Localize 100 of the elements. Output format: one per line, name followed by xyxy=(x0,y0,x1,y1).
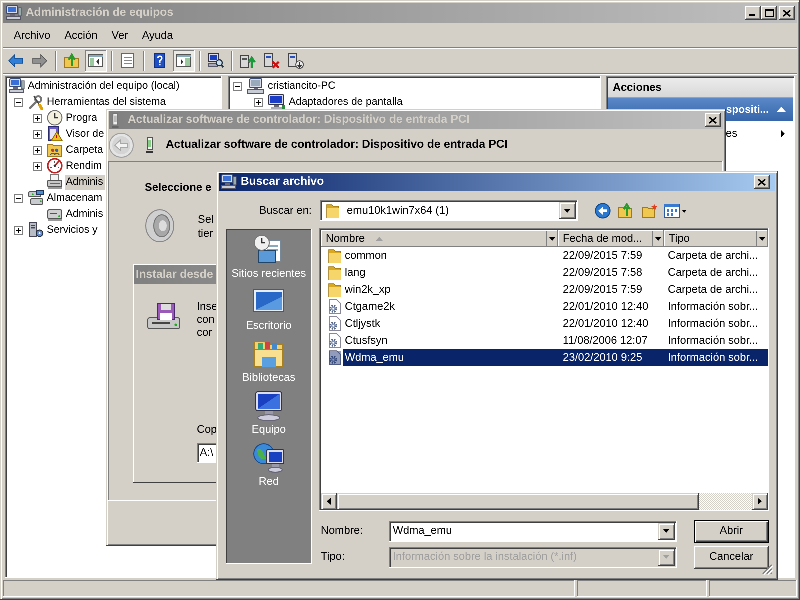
plus-box-icon[interactable] xyxy=(33,114,42,122)
caret-icon[interactable] xyxy=(758,236,766,240)
description-text: Sel xyxy=(198,213,214,227)
description-text: tier xyxy=(198,227,214,241)
minus-box-icon[interactable] xyxy=(14,98,23,106)
tree-item[interactable]: Servicios y xyxy=(46,222,100,238)
action-pane-toggle[interactable] xyxy=(173,50,195,72)
gear-file-icon xyxy=(327,298,343,314)
file-name-field[interactable]: Wdma_emu xyxy=(389,520,677,542)
menu-item[interactable]: Ver xyxy=(104,28,136,44)
device-up-arrow-icon xyxy=(240,53,256,69)
monitor-magnifier-icon xyxy=(208,53,224,69)
tree-item[interactable]: Herramientas del sistema xyxy=(46,94,168,110)
place-button[interactable]: Sitios recientes xyxy=(227,233,311,285)
caret-icon[interactable] xyxy=(548,236,556,240)
computer-management-icon xyxy=(6,5,22,21)
minus-box-icon[interactable] xyxy=(233,82,242,90)
tree-item[interactable]: Adaptadores de pantalla xyxy=(288,94,405,110)
minimize-button[interactable] xyxy=(745,6,761,20)
close-button[interactable] xyxy=(705,113,721,127)
view-menu-icon[interactable] xyxy=(664,202,687,218)
clock-icon xyxy=(47,110,63,126)
actions-header: Acciones xyxy=(608,78,793,98)
menu-item[interactable]: Acción xyxy=(58,28,105,44)
scroll-right-button[interactable] xyxy=(752,493,768,510)
file-row[interactable]: Ctusfsyn 11/08/2006 12:07 Información sobr... xyxy=(321,332,768,349)
plus-box-icon[interactable] xyxy=(14,226,23,234)
file-row[interactable]: Ctljystk 22/01/2010 12:40 Información sobr... xyxy=(321,315,768,332)
plus-box-icon[interactable] xyxy=(33,130,42,138)
menu-item[interactable]: Ayuda xyxy=(135,28,180,44)
folder-icon xyxy=(327,282,343,298)
tree-item[interactable]: Administración del equipo (local) xyxy=(27,78,182,94)
dialog-title: Instalar desde xyxy=(136,268,214,280)
open-button[interactable]: Abrir xyxy=(694,520,769,542)
instruction-text: cor xyxy=(197,327,212,340)
event-log-icon xyxy=(47,126,63,142)
tree-item[interactable]: Adminis xyxy=(65,206,106,222)
floppy-drive-icon xyxy=(147,303,181,331)
cancel-button[interactable]: Cancelar xyxy=(694,546,769,568)
look-in-combo[interactable]: emu10k1win7x64 (1) xyxy=(320,200,578,221)
action-item[interactable]: es xyxy=(607,125,794,142)
file-date: 22/01/2010 12:40 xyxy=(562,318,650,330)
tree-item[interactable]: Almacenam xyxy=(46,190,104,206)
device-down-arrow-icon xyxy=(288,53,304,69)
column-header[interactable]: Tipo xyxy=(664,230,768,247)
right-panel-icon xyxy=(176,53,192,69)
file-type: Información sobr... xyxy=(667,300,758,312)
tree-item[interactable]: Progra xyxy=(65,110,100,126)
file-date: 22/01/2010 12:40 xyxy=(562,300,650,312)
tree-item[interactable]: cristiancito-PC xyxy=(267,78,338,94)
column-header[interactable]: Fecha de mod... xyxy=(558,230,664,247)
scroll-left-button[interactable] xyxy=(321,493,337,510)
speaker-icon xyxy=(145,209,175,243)
left-panel-icon xyxy=(88,53,104,69)
tree-item[interactable]: Visor de xyxy=(65,126,106,142)
chevron-up-icon[interactable] xyxy=(777,107,786,112)
resize-grip-icon[interactable] xyxy=(762,564,773,575)
dropdown-button[interactable] xyxy=(658,522,675,540)
file-row[interactable]: lang 22/09/2015 7:58 Carpeta de archi... xyxy=(321,264,768,281)
menu-item[interactable]: Archivo xyxy=(7,28,58,44)
folder-up-arrow-icon[interactable] xyxy=(618,202,634,218)
tree-item[interactable]: Rendim xyxy=(65,158,104,174)
place-button[interactable]: Red xyxy=(227,441,311,493)
section-title: spositi... xyxy=(726,104,769,116)
field-label: Tipo: xyxy=(320,551,346,563)
file-row[interactable]: win2k_xp 22/09/2015 7:59 Carpeta de archi... xyxy=(321,281,768,298)
scrollbar-thumb[interactable] xyxy=(337,493,699,510)
place-button[interactable]: Bibliotecas xyxy=(227,337,311,389)
file-type: Información sobr... xyxy=(667,352,758,364)
place-button[interactable]: Equipo xyxy=(227,389,311,441)
file-type: Carpeta de archi... xyxy=(667,250,758,262)
minus-box-icon[interactable] xyxy=(14,194,23,202)
printer-icon xyxy=(47,174,63,190)
gauge-icon xyxy=(47,158,63,174)
file-name: Ctgame2k xyxy=(344,300,396,312)
new-folder-icon[interactable] xyxy=(642,202,658,218)
file-row[interactable]: common 22/09/2015 7:59 Carpeta de archi... xyxy=(321,247,768,264)
computer-management-icon xyxy=(9,78,25,94)
maximize-icon xyxy=(764,9,774,17)
tools-icon xyxy=(28,94,44,110)
instruction-heading: Seleccione e xyxy=(145,181,212,195)
plus-box-icon[interactable] xyxy=(33,146,42,154)
dialog-title: Buscar archivo xyxy=(241,176,324,188)
close-button[interactable] xyxy=(754,175,770,189)
maximize-button[interactable] xyxy=(761,6,777,20)
caret-icon[interactable] xyxy=(654,236,662,240)
dropdown-button[interactable] xyxy=(559,202,576,219)
close-button[interactable] xyxy=(779,6,795,20)
storage-icon xyxy=(28,190,44,206)
instruction-text: con xyxy=(197,314,215,327)
place-button[interactable]: Escritorio xyxy=(227,285,311,337)
file-row[interactable]: Ctgame2k 22/01/2010 12:40 Información sobr... xyxy=(321,298,768,315)
tree-item[interactable]: Carpeta xyxy=(65,142,106,158)
network-icon xyxy=(253,442,285,474)
services-icon xyxy=(28,222,44,238)
console-tree-toggle[interactable] xyxy=(85,50,107,72)
plus-box-icon[interactable] xyxy=(254,98,263,106)
column-header[interactable]: Nombre xyxy=(321,230,558,247)
tree-item[interactable]: Adminis xyxy=(65,174,106,190)
plus-box-icon[interactable] xyxy=(33,162,42,170)
